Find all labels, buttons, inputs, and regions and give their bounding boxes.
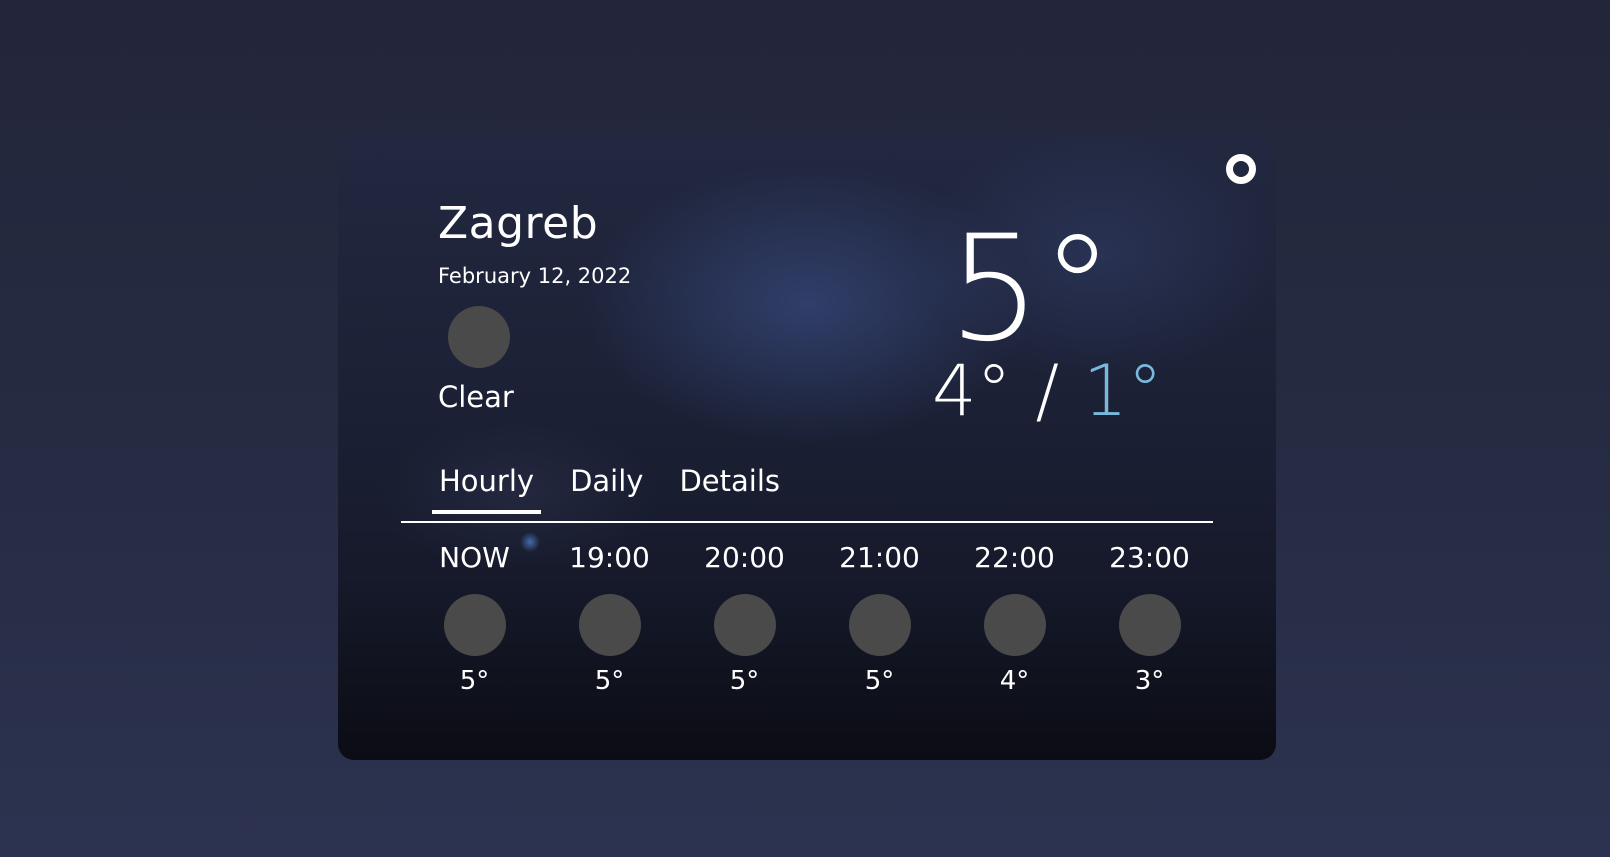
- weather-icon: [848, 594, 911, 656]
- hourly-item: 19:00 5°: [542, 541, 677, 697]
- current-date: February 12, 2022: [438, 264, 632, 288]
- weather-condition-icon: [448, 306, 510, 368]
- hour-time: 21:00: [839, 541, 920, 574]
- hour-temperature: 3°: [1134, 666, 1165, 696]
- weather-card: Zagreb February 12, 2022 Clear 5° 4°/1° …: [338, 134, 1276, 760]
- hourly-item: 23:00 3°: [1082, 541, 1217, 697]
- tab-daily[interactable]: Daily: [563, 464, 650, 514]
- hour-temperature: 5°: [729, 666, 760, 696]
- tab-details[interactable]: Details: [672, 464, 787, 514]
- tab-hourly[interactable]: Hourly: [432, 464, 542, 514]
- hour-time: 20:00: [704, 541, 785, 574]
- hour-time: 19:00: [569, 541, 650, 574]
- city-name: Zagreb: [438, 198, 599, 249]
- hourly-item: 20:00 5°: [677, 541, 812, 697]
- temperature-range: 4°/1°: [932, 356, 1163, 426]
- forecast-tabs: Hourly Daily Details: [432, 464, 809, 514]
- range-separator: /: [1035, 350, 1060, 432]
- weather-icon: [443, 594, 506, 656]
- weather-condition: Clear: [438, 380, 514, 414]
- hour-temperature: 5°: [594, 666, 625, 696]
- hourly-item: 22:00 4°: [947, 541, 1082, 697]
- high-temperature: 4°: [932, 350, 1012, 432]
- hour-temperature: 5°: [459, 666, 490, 696]
- weather-icon: [983, 594, 1046, 656]
- tabs-divider: [401, 521, 1213, 523]
- weather-icon: [1118, 594, 1181, 656]
- hourly-forecast: NOW 5° 19:00 5° 20:00 5° 21:00 5° 22:00 …: [407, 541, 1217, 697]
- settings-ring-icon[interactable]: [1226, 154, 1256, 184]
- hour-time: 23:00: [1109, 541, 1190, 574]
- current-temperature: 5°: [948, 204, 1114, 374]
- hourly-item: NOW 5°: [407, 541, 542, 697]
- hour-time: NOW: [439, 541, 510, 574]
- weather-icon: [578, 594, 641, 656]
- hour-time: 22:00: [974, 541, 1055, 574]
- hourly-item: 21:00 5°: [812, 541, 947, 697]
- hour-temperature: 4°: [999, 666, 1030, 696]
- hour-temperature: 5°: [864, 666, 895, 696]
- low-temperature: 1°: [1083, 350, 1163, 432]
- weather-icon: [713, 594, 776, 656]
